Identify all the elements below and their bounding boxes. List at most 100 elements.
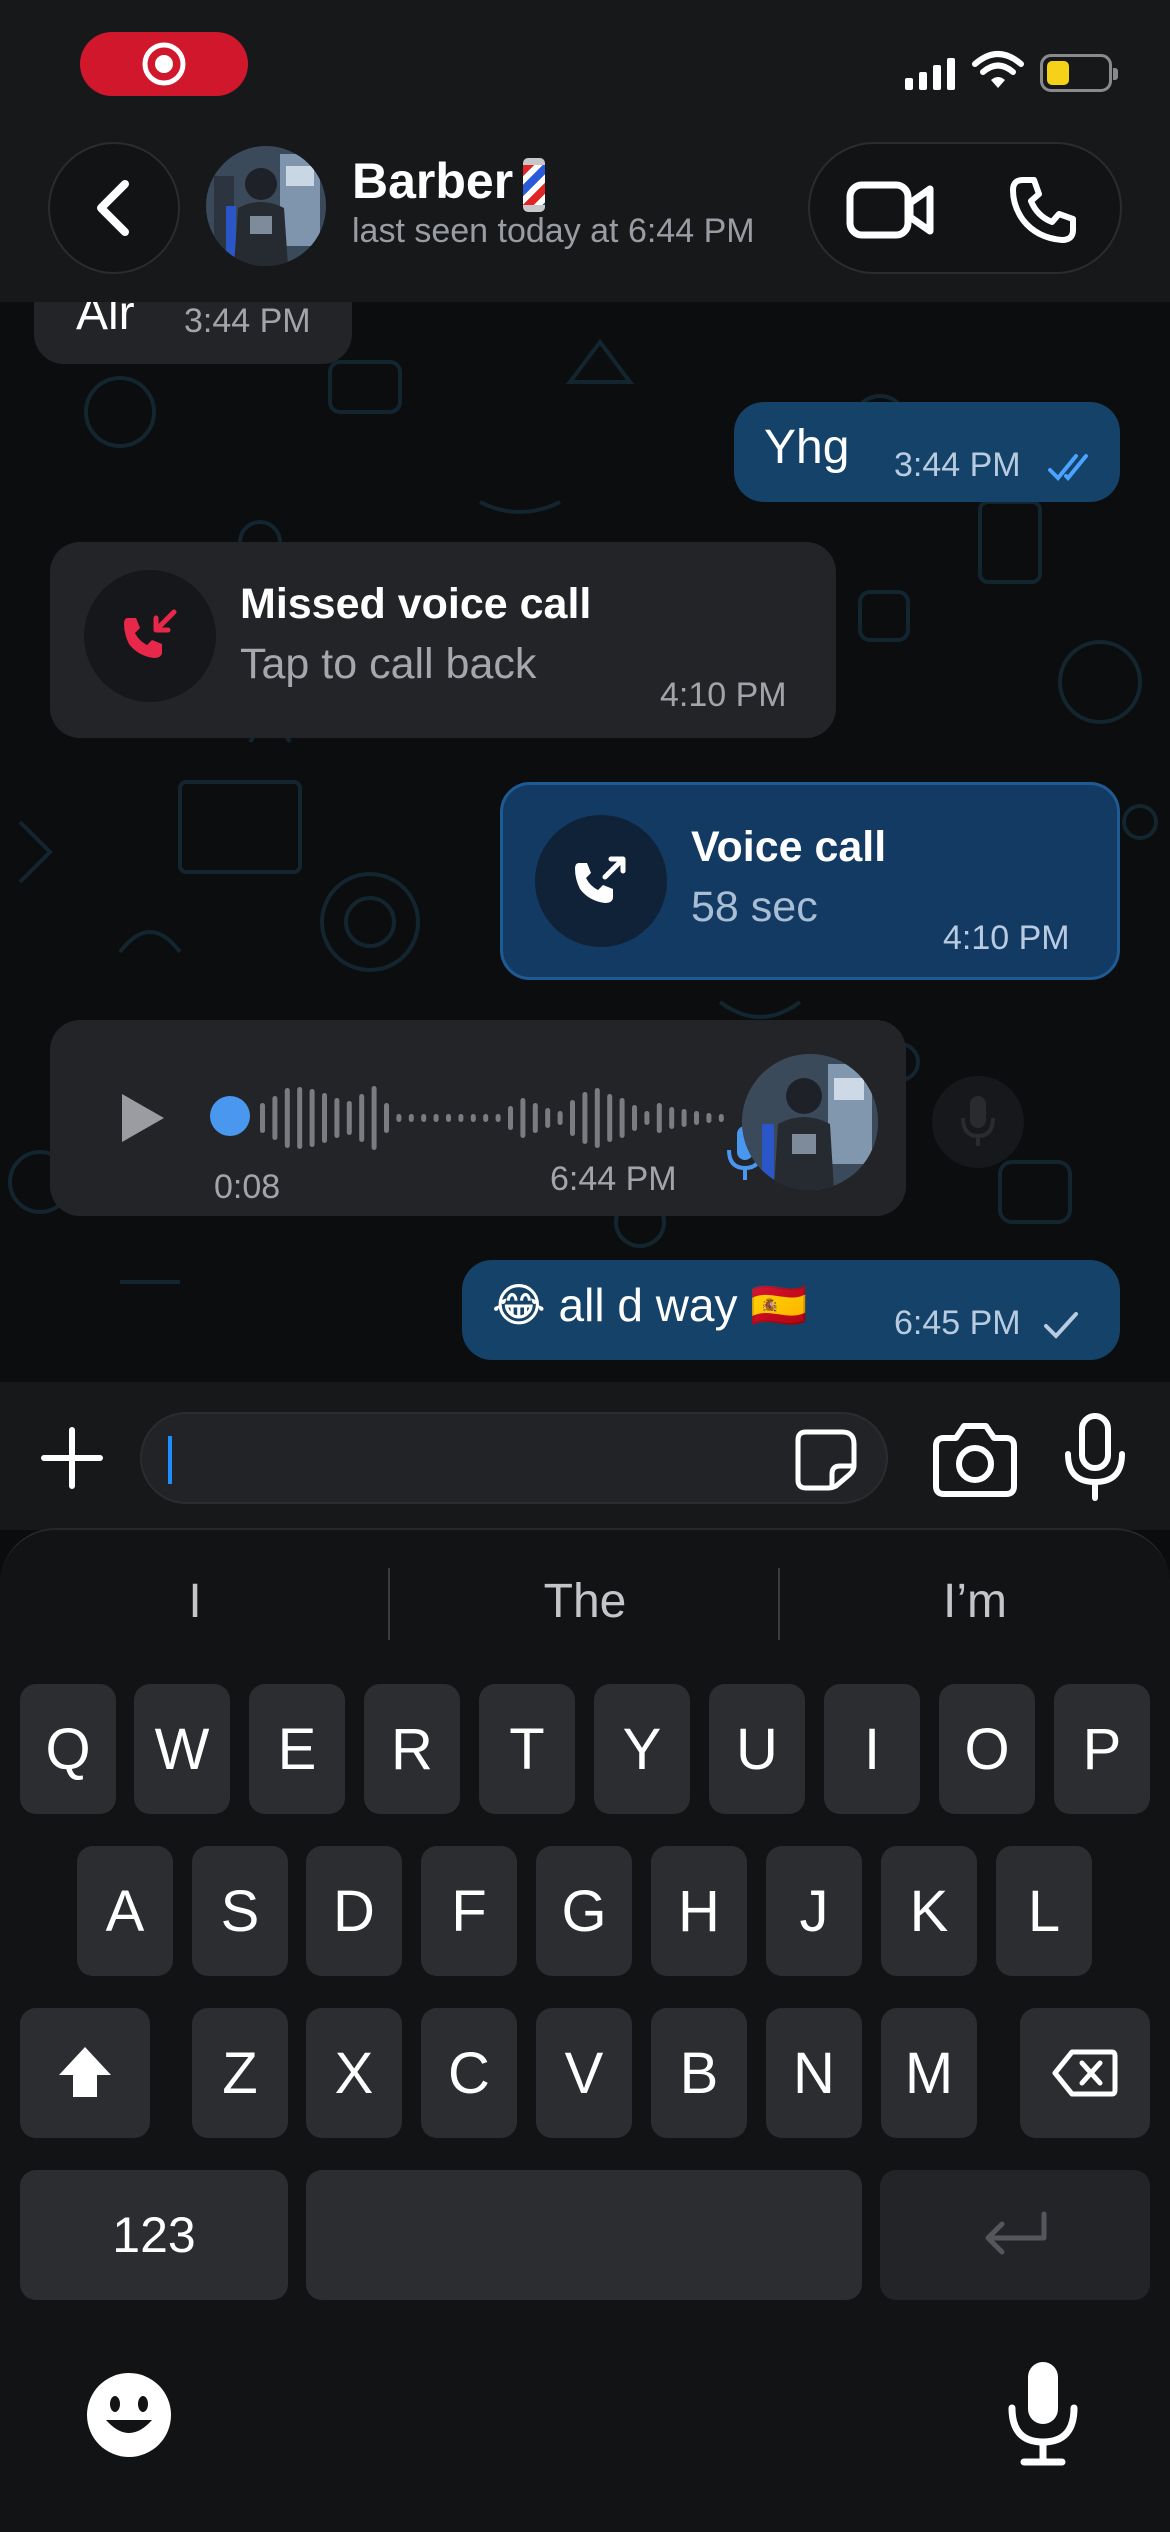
playback-scrubber[interactable] [210,1096,250,1136]
key-t[interactable]: T [479,1684,575,1814]
message-time: 3:44 PM [184,302,311,340]
message-text: Alr [76,302,135,340]
contact-last-seen: last seen today at 6:44 PM [352,212,755,250]
return-key[interactable] [880,2170,1150,2300]
key-o[interactable]: O [939,1684,1035,1814]
contact-name[interactable]: Barber [352,152,546,212]
suggestion-2[interactable]: The [390,1574,780,1629]
key-r[interactable]: R [364,1684,460,1814]
missed-call-bubble[interactable]: Missed voice call Tap to call back 4:10 … [50,542,836,738]
backspace-icon [1052,2049,1118,2097]
call-title: Voice call [691,823,887,871]
back-button[interactable] [48,142,180,274]
voice-duration: 0:08 [214,1168,281,1206]
key-x[interactable]: X [306,2008,402,2138]
back-chevron-icon [97,180,129,236]
message-bubble-outgoing[interactable]: 😂 all d way 🇪🇸 6:45 PM [462,1260,1120,1360]
space-key[interactable] [306,2170,862,2300]
numbers-key[interactable]: 123 [20,2170,288,2300]
key-a[interactable]: A [77,1846,173,1976]
plus-icon [41,1427,103,1489]
key-l[interactable]: L [996,1846,1092,1976]
call-title: Missed voice call [240,580,592,628]
dictation-button[interactable] [1002,2360,1084,2470]
message-bubble-incoming[interactable]: Alr 3:44 PM [34,302,352,364]
shift-key[interactable] [20,2008,150,2138]
voice-call-bubble[interactable]: Voice call 58 sec 4:10 PM [500,782,1120,980]
message-text: Yhg [764,421,850,474]
read-ticks-icon [1048,454,1088,481]
barber-pole-emoji [523,157,546,212]
sticker-button[interactable] [792,1426,860,1494]
battery-icon [1040,54,1118,92]
emoji-icon [87,2373,171,2457]
key-q[interactable]: Q [20,1684,116,1814]
key-h[interactable]: H [651,1846,747,1976]
emoji-keyboard-button[interactable] [84,2370,174,2460]
key-y[interactable]: Y [594,1684,690,1814]
key-j[interactable]: J [766,1846,862,1976]
suggestion-1[interactable]: I [0,1574,390,1629]
key-p[interactable]: P [1054,1684,1150,1814]
suggestion-3[interactable]: I’m [780,1574,1170,1629]
cellular-signal-icon [905,58,955,90]
message-time: 6:45 PM [894,1304,1021,1342]
message-text: 😂 all d way 🇪🇸 [492,1279,808,1331]
key-s[interactable]: S [192,1846,288,1976]
missed-call-icon [124,609,177,658]
wifi-icon [972,51,1024,88]
video-call-icon [846,181,934,239]
play-icon [122,1094,164,1142]
key-g[interactable]: G [536,1846,632,1976]
screen-recording-indicator[interactable] [80,32,248,96]
voice-call-button[interactable] [988,168,1098,252]
record-voice-button[interactable] [1058,1412,1132,1504]
message-list[interactable]: Alr 3:44 PM Yhg 3:44 PM Missed voice cal… [0,302,1170,1382]
return-icon [985,2211,1047,2255]
video-call-button[interactable] [836,168,946,252]
message-time: 3:44 PM [894,446,1021,484]
record-icon [142,42,186,86]
key-v[interactable]: V [536,2008,632,2138]
message-time: 4:10 PM [943,919,1070,957]
key-b[interactable]: B [651,2008,747,2138]
key-n[interactable]: N [766,2008,862,2138]
key-f[interactable]: F [421,1846,517,1976]
key-z[interactable]: Z [192,2008,288,2138]
sticker-icon [795,1429,857,1491]
call-back-button[interactable] [84,570,216,702]
key-e[interactable]: E [249,1684,345,1814]
mic-icon [1065,1413,1125,1501]
key-m[interactable]: M [881,2008,977,2138]
contact-avatar[interactable] [206,146,326,266]
key-c[interactable]: C [421,2008,517,2138]
voice-message-bubble[interactable]: 0:08 6:44 PM [50,1020,906,1216]
text-cursor [168,1436,172,1484]
sender-avatar[interactable] [742,1054,878,1190]
key-k[interactable]: K [881,1846,977,1976]
call-again-button[interactable] [535,815,667,947]
play-button[interactable] [110,1088,170,1148]
outgoing-call-icon [575,856,626,903]
key-u[interactable]: U [709,1684,805,1814]
key-i[interactable]: I [824,1684,920,1814]
key-d[interactable]: D [306,1846,402,1976]
voice-waveform[interactable] [252,1068,742,1168]
keyboard: I The I’m Q W E R T Y U I O P A S D F G … [0,1528,1170,2532]
backspace-key[interactable] [1020,2008,1150,2138]
mic-icon [961,1096,995,1146]
message-time: 6:44 PM [550,1160,677,1198]
status-bar [0,0,1170,130]
attach-button[interactable] [32,1418,112,1498]
key-w[interactable]: W [134,1684,230,1814]
message-time: 4:10 PM [660,676,787,714]
message-bubble-outgoing[interactable]: Yhg 3:44 PM [734,402,1120,502]
call-subtitle: Tap to call back [240,640,537,688]
message-composer [0,1382,1170,1530]
voice-reply-button[interactable] [932,1076,1024,1168]
dictation-mic-icon [1008,2362,1078,2466]
camera-button[interactable] [930,1416,1020,1500]
call-actions [808,142,1122,274]
message-input[interactable] [140,1412,888,1504]
camera-icon [933,1423,1017,1497]
